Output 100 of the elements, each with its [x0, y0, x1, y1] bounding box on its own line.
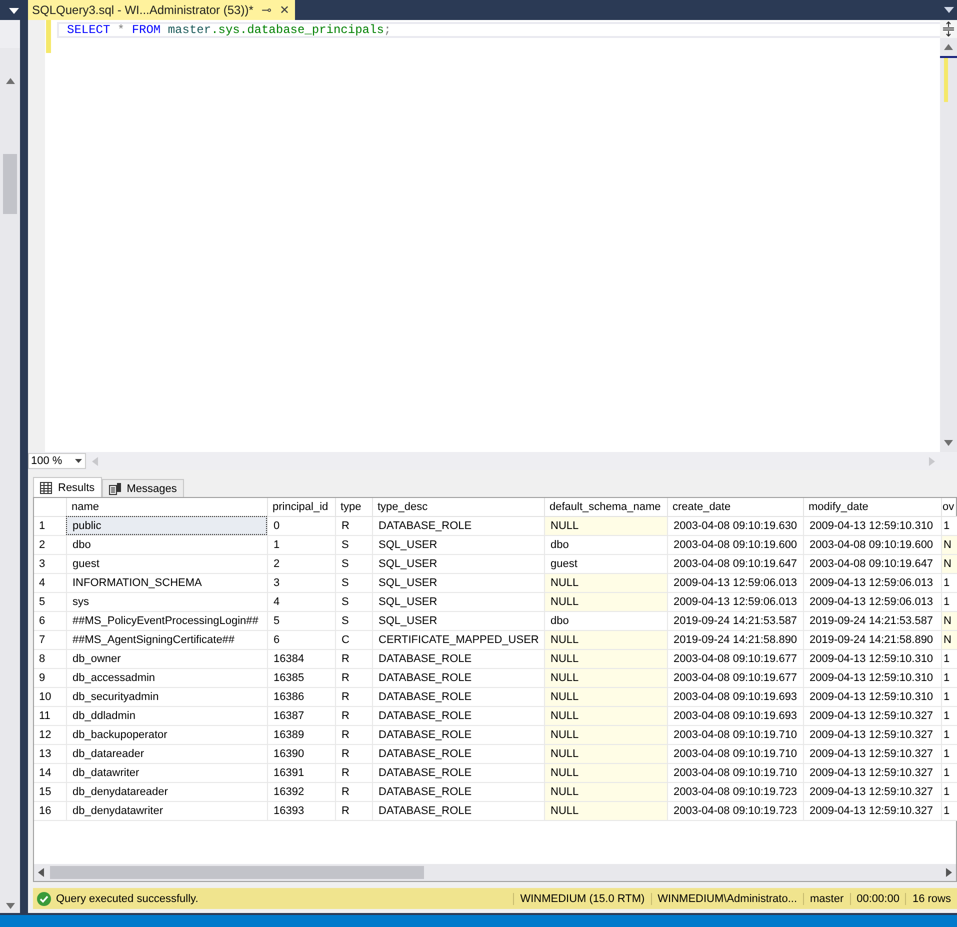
- column-header[interactable]: ov: [941, 498, 957, 516]
- table-cell: NULL: [544, 687, 667, 706]
- row-number: 4: [34, 573, 66, 592]
- table-cell: 2009-04-13 12:59:10.327: [803, 744, 941, 763]
- table-cell: DATABASE_ROLE: [372, 763, 544, 782]
- table-cell: R: [335, 687, 372, 706]
- split-icon[interactable]: [940, 20, 957, 38]
- status-text: WINMEDIUM (15.0 RTM): [513, 892, 651, 904]
- row-number: 14: [34, 763, 66, 782]
- close-button[interactable]: ✕: [279, 3, 290, 17]
- table-cell: 2009-04-13 12:59:06.013: [667, 573, 803, 592]
- table-cell: DATABASE_ROLE: [372, 687, 544, 706]
- row-number: 3: [34, 554, 66, 573]
- table-cell: public: [66, 516, 267, 535]
- table-cell: 2009-04-13 12:59:10.327: [803, 763, 941, 782]
- pin-button[interactable]: ⊸: [261, 3, 272, 17]
- table-cell: 2009-04-13 12:59:06.013: [803, 573, 941, 592]
- column-header[interactable]: modify_date: [803, 498, 941, 516]
- table-cell: 2003-04-08 09:10:19.647: [803, 554, 941, 573]
- table-cell: db_datawriter: [66, 763, 267, 782]
- status-message: Query executed successfully.: [56, 892, 200, 904]
- column-header[interactable]: default_schema_name: [544, 498, 667, 516]
- table-cell: 2019-09-24 14:21:53.587: [803, 611, 941, 630]
- table-cell: 2009-04-13 12:59:06.013: [667, 592, 803, 611]
- dropdown-caret-icon[interactable]: [9, 8, 19, 14]
- table-cell: SQL_USER: [372, 592, 544, 611]
- up-arrow-icon[interactable]: [944, 44, 953, 50]
- up-arrow-icon[interactable]: [6, 78, 14, 84]
- row-number: 7: [34, 630, 66, 649]
- table-cell: 2009-04-13 12:59:10.327: [803, 801, 941, 820]
- down-arrow-icon[interactable]: [944, 440, 953, 446]
- result-tab[interactable]: Messages: [102, 479, 184, 497]
- table-cell: DATABASE_ROLE: [372, 668, 544, 687]
- status-text: WINMEDIUM\Administrato...: [650, 892, 804, 904]
- table-cell: 16384: [267, 649, 335, 668]
- table-cell: 2003-04-08 09:10:19.723: [667, 801, 803, 820]
- table-cell: NULL: [544, 782, 667, 801]
- table-cell: 2009-04-13 12:59:10.310: [803, 649, 941, 668]
- table-cell: C: [335, 630, 372, 649]
- row-number: 8: [34, 649, 66, 668]
- table-cell: 2003-04-08 09:10:19.600: [667, 535, 803, 554]
- table-cell: dbo: [544, 611, 667, 630]
- vertical-scrollbar[interactable]: [0, 48, 20, 913]
- table-cell: 2: [267, 554, 335, 573]
- row-number: 10: [34, 687, 66, 706]
- right-arrow-icon[interactable]: [946, 868, 952, 877]
- table-cell: 2009-04-13 12:59:10.327: [803, 782, 941, 801]
- vertical-scrollbar[interactable]: [940, 20, 957, 452]
- result-tab[interactable]: Results: [33, 477, 102, 497]
- column-header[interactable]: create_date: [667, 498, 803, 516]
- document-tab[interactable]: SQLQuery3.sql - WI...Administrator (53))* ⊸ ✕: [28, 0, 296, 20]
- table-cell: dbo: [66, 535, 267, 554]
- table-cell: 16389: [267, 725, 335, 744]
- scroll-thumb[interactable]: [3, 154, 17, 214]
- table-cell: db_accessadmin: [66, 668, 267, 687]
- table-cell: db_backupoperator: [66, 725, 267, 744]
- table-cell: 5: [267, 611, 335, 630]
- scroll-thumb[interactable]: [50, 866, 424, 879]
- column-header[interactable]: principal_id: [267, 498, 335, 516]
- dropdown-caret-icon[interactable]: [944, 7, 954, 13]
- table-cell: S: [335, 535, 372, 554]
- table-cell: R: [335, 744, 372, 763]
- table-cell: 2003-04-08 09:10:19.677: [667, 668, 803, 687]
- table-cell: NULL: [544, 592, 667, 611]
- table-cell: 2003-04-08 09:10:19.600: [803, 535, 941, 554]
- table-cell: 2019-09-24 14:21:58.890: [803, 630, 941, 649]
- table-cell: 2003-04-08 09:10:19.710: [667, 763, 803, 782]
- status-text: master: [803, 892, 850, 904]
- table-cell: R: [335, 516, 372, 535]
- row-number: 12: [34, 725, 66, 744]
- row-number: 15: [34, 782, 66, 801]
- table-cell: S: [335, 573, 372, 592]
- caret-icon: [75, 459, 82, 463]
- down-arrow-icon[interactable]: [6, 903, 14, 909]
- table-cell: INFORMATION_SCHEMA: [66, 573, 267, 592]
- zoom-dropdown[interactable]: 100 %: [28, 453, 86, 469]
- table-cell: 2009-04-13 12:59:10.327: [803, 706, 941, 725]
- left-arrow-icon[interactable]: [38, 868, 44, 877]
- table-cell: 2009-04-13 12:59:10.310: [803, 687, 941, 706]
- table-cell: db_datareader: [66, 744, 267, 763]
- table-cell: DATABASE_ROLE: [372, 706, 544, 725]
- horizontal-scrollbar[interactable]: [34, 864, 956, 881]
- table-cell: dbo: [544, 535, 667, 554]
- table-cell: ##MS_AgentSigningCertificate##: [66, 630, 267, 649]
- table-cell: 2003-04-08 09:10:19.693: [667, 687, 803, 706]
- table-cell: NULL: [544, 725, 667, 744]
- table-cell: NULL: [544, 706, 667, 725]
- table-cell: 16390: [267, 744, 335, 763]
- column-header[interactable]: type_desc: [372, 498, 544, 516]
- table-cell: db_securityadmin: [66, 687, 267, 706]
- table-cell: R: [335, 801, 372, 820]
- table-cell: db_owner: [66, 649, 267, 668]
- table-cell: 2009-04-13 12:59:10.327: [803, 725, 941, 744]
- table-cell: 2003-04-08 09:10:19.710: [667, 725, 803, 744]
- column-header[interactable]: type: [335, 498, 372, 516]
- table-cell: SQL_USER: [372, 611, 544, 630]
- table-cell: 2019-09-24 14:21:58.890: [667, 630, 803, 649]
- table-cell: SQL_USER: [372, 554, 544, 573]
- table-cell: ##MS_PolicyEventProcessingLogin##: [66, 611, 267, 630]
- table-cell: NULL: [544, 744, 667, 763]
